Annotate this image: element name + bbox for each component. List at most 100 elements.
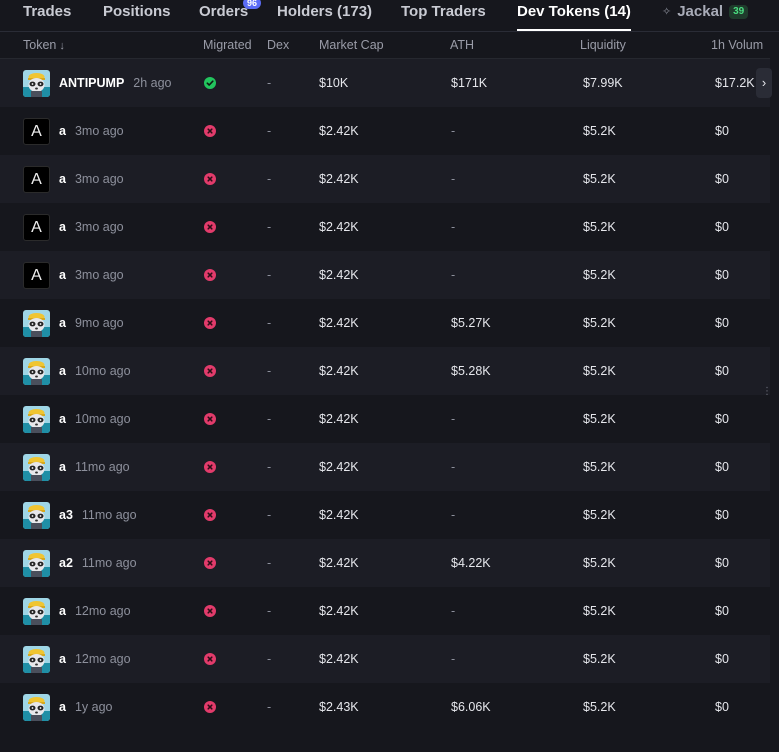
volume-value: $0 [715, 652, 729, 666]
token-name: a [59, 268, 66, 282]
market-cap-value: $2.42K [319, 316, 359, 330]
token-avatar [23, 502, 50, 529]
table-row[interactable]: Aa 3mo ago - $2.42K - $5.2K $0 [0, 203, 770, 251]
token-age: 2h ago [133, 76, 172, 90]
x-circle-icon [204, 605, 216, 617]
table-row[interactable]: Aa 3mo ago - $2.42K - $5.2K $0 [0, 155, 770, 203]
token-name-cell[interactable]: a 12mo ago [59, 635, 131, 683]
column-header-liquidity[interactable]: Liquidity [580, 32, 626, 58]
tab-positions[interactable]: Positions [103, 0, 171, 31]
tab-label: Top Traders [401, 3, 486, 20]
token-name-cell[interactable]: a 11mo ago [59, 443, 130, 491]
token-age: 11mo ago [74, 460, 130, 474]
table-row[interactable]: a 11mo ago - $2.42K - $5.2K $0 [0, 443, 770, 491]
market-cap-value: $2.42K [319, 508, 359, 522]
token-name-cell[interactable]: a 10mo ago [59, 395, 131, 443]
table-row[interactable]: a2 11mo ago - $2.42K $4.22K $5.2K $0 [0, 539, 770, 587]
token-name-cell[interactable]: a 12mo ago [59, 587, 131, 635]
token-name-cell[interactable]: a 3mo ago [59, 203, 124, 251]
token-age: 1y ago [74, 700, 113, 714]
tab-label: Holders (173) [277, 3, 373, 20]
token-age: 12mo ago [74, 604, 131, 618]
column-header-market-cap[interactable]: Market Cap [319, 32, 384, 58]
token-age: 12mo ago [74, 652, 131, 666]
tab-holders[interactable]: Holders (173) [277, 0, 372, 31]
token-name-cell[interactable]: a2 11mo ago [59, 539, 137, 587]
market-cap-value: $2.42K [319, 412, 359, 426]
liquidity-value: $5.2K [583, 700, 616, 714]
table-row[interactable]: a 12mo ago - $2.42K - $5.2K $0 [0, 587, 770, 635]
token-name-cell[interactable]: a 10mo ago [59, 347, 131, 395]
column-header-token[interactable]: Token ↓ [23, 32, 65, 59]
liquidity-value: $5.2K [583, 364, 616, 378]
chevron-right-icon[interactable]: › [756, 68, 772, 98]
liquidity-value: $5.2K [583, 604, 616, 618]
token-name-cell[interactable]: ANTIPUMP 2h ago [59, 59, 172, 107]
market-cap-value: $2.42K [319, 652, 359, 666]
dex-value: - [267, 76, 272, 90]
liquidity-value: $5.2K [583, 652, 616, 666]
dex-value: - [267, 700, 272, 714]
market-cap-value: $2.42K [319, 220, 359, 234]
drag-handle-icon[interactable]: ⋮ [762, 387, 772, 403]
market-cap-value: $2.42K [319, 460, 359, 474]
token-name-cell[interactable]: a 1y ago [59, 683, 112, 731]
table-row[interactable]: a 12mo ago - $2.42K - $5.2K $0 [0, 635, 770, 683]
liquidity-value: $5.2K [583, 316, 616, 330]
volume-value: $0 [715, 508, 729, 522]
volume-value: $0 [715, 268, 729, 282]
ath-value: - [451, 172, 456, 186]
table-row[interactable]: ANTIPUMP 2h ago - $10K $171K $7.99K $17.2K [0, 59, 770, 107]
market-cap-value: $2.42K [319, 124, 359, 138]
dex-value: - [267, 604, 272, 618]
token-age: 10mo ago [74, 412, 131, 426]
volume-value: $0 [715, 604, 729, 618]
token-name: a [59, 700, 66, 714]
table-row[interactable]: Aa 3mo ago - $2.42K - $5.2K $0 [0, 107, 770, 155]
volume-value: $0 [715, 364, 729, 378]
x-circle-icon [204, 701, 216, 713]
dex-value: - [267, 316, 272, 330]
token-name: a [59, 172, 66, 186]
table-row[interactable]: a 1y ago - $2.43K $6.06K $5.2K $0 [0, 683, 770, 731]
tab-dev-tokens[interactable]: Dev Tokens (14) [517, 0, 631, 31]
token-name: ANTIPUMP [59, 76, 125, 90]
token-age: 11mo ago [81, 508, 137, 522]
ath-value: $5.28K [451, 364, 491, 378]
column-header-ath[interactable]: ATH [450, 32, 474, 58]
dex-value: - [267, 556, 272, 570]
token-name-cell[interactable]: a3 11mo ago [59, 491, 137, 539]
token-age: 11mo ago [81, 556, 137, 570]
token-age: 3mo ago [74, 124, 124, 138]
dex-value: - [267, 268, 272, 282]
x-circle-icon [204, 461, 216, 473]
tab-top-traders[interactable]: Top Traders [401, 0, 486, 31]
table-row[interactable]: a3 11mo ago - $2.42K - $5.2K $0 [0, 491, 770, 539]
liquidity-value: $5.2K [583, 268, 616, 282]
token-avatar [23, 646, 50, 673]
market-cap-value: $2.43K [319, 700, 359, 714]
table-row[interactable]: Aa 3mo ago - $2.42K - $5.2K $0 [0, 251, 770, 299]
table-row[interactable]: a 9mo ago - $2.42K $5.27K $5.2K $0 [0, 299, 770, 347]
column-header-dex[interactable]: Dex [267, 32, 289, 58]
orders-count-badge: 96 [243, 0, 262, 9]
token-name-cell[interactable]: a 3mo ago [59, 155, 124, 203]
token-name-cell[interactable]: a 3mo ago [59, 107, 124, 155]
table-row[interactable]: a 10mo ago - $2.42K $5.28K $5.2K $0 [0, 347, 770, 395]
token-avatar: A [23, 262, 50, 289]
table-row[interactable]: a 10mo ago - $2.42K - $5.2K $0 [0, 395, 770, 443]
tab-orders[interactable]: Orders 96 [199, 0, 262, 31]
tab-label: Orders [199, 3, 249, 20]
x-circle-icon [204, 125, 216, 137]
tab-jackal[interactable]: ✧ Jackal 39 [662, 0, 749, 31]
market-cap-value: $2.42K [319, 604, 359, 618]
ath-value: $171K [451, 76, 488, 90]
column-header-migrated[interactable]: Migrated [203, 32, 252, 58]
token-name-cell[interactable]: a 3mo ago [59, 251, 124, 299]
token-name-cell[interactable]: a 9mo ago [59, 299, 124, 347]
ath-value: $5.27K [451, 316, 491, 330]
table-header: Token ↓ Migrated Dex Market Cap ATH Liqui… [0, 32, 779, 59]
tab-trades[interactable]: Trades [23, 0, 71, 31]
ath-value: $6.06K [451, 700, 491, 714]
column-header-volume[interactable]: 1h Volum [711, 32, 763, 58]
